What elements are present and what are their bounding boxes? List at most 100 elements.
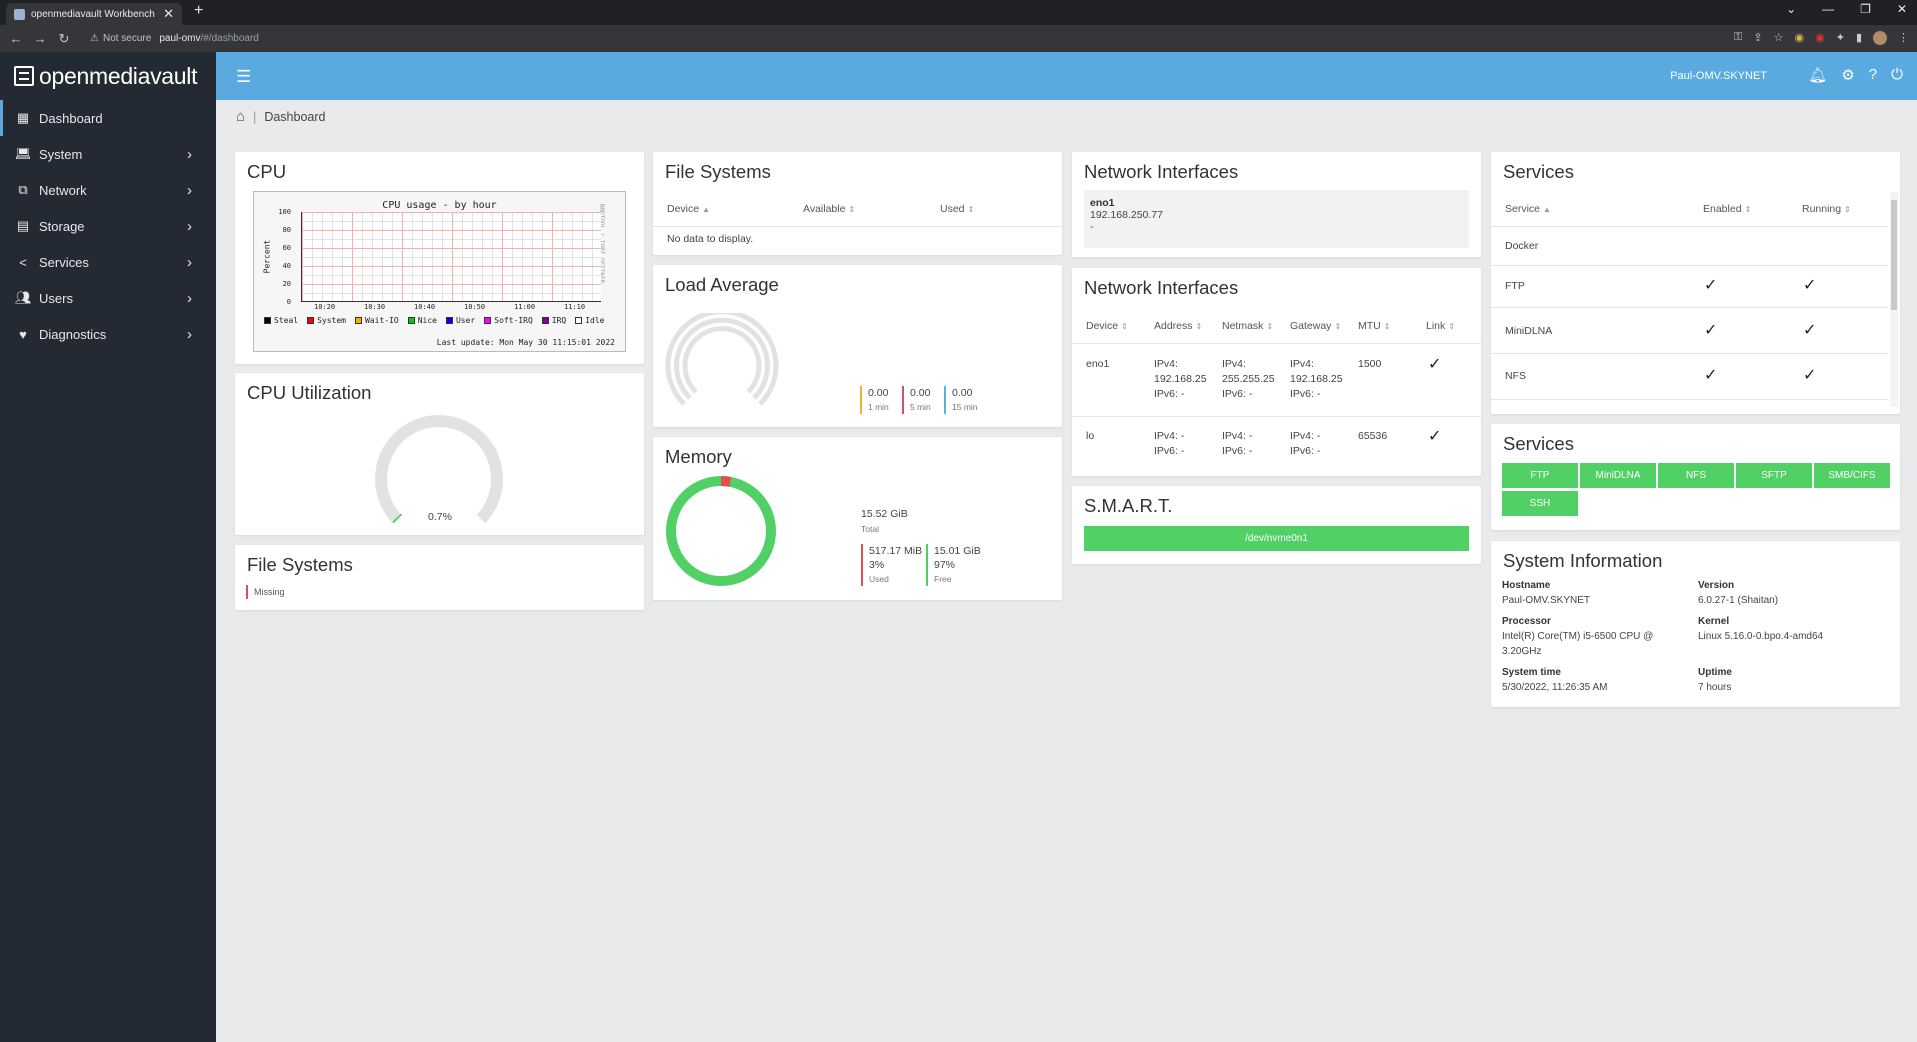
services-table-widget: Services Service ▲ Enabled ⇕ Running ⇕ Dock… (1491, 152, 1900, 414)
memory-used: 517.17 MiB 3% Used (861, 544, 922, 586)
browser-tabbar: openmediavault Workbench ✕ + ⌄ — ❐ ✕ (0, 0, 1917, 25)
column-header-used[interactable]: Used ⇕ (940, 203, 974, 215)
service-ftp[interactable]: FTP (1502, 463, 1578, 488)
sidebar-item-users[interactable]: 👥︎ Users › (0, 280, 216, 316)
load-5min: 0.00 5 min (902, 386, 931, 414)
url-path: /#/dashboard (200, 33, 259, 44)
close-icon[interactable]: ✕ (163, 6, 174, 22)
warning-icon: ⚠ (90, 33, 99, 44)
column-header-service[interactable]: Service ▲ (1505, 203, 1551, 215)
services-status-widget: Services FTP MiniDLNA NFS SFTP SMB/CIFS … (1491, 424, 1900, 530)
restore-icon[interactable]: ❐ (1860, 2, 1871, 16)
smart-widget: S.M.A.R.T. /dev/nvme0n1 (1072, 486, 1481, 564)
user-name[interactable]: Paul-OMV.SKYNET (1670, 70, 1767, 82)
chart-plot-area (301, 212, 601, 302)
widget-title: Services (1503, 433, 1574, 454)
back-icon[interactable]: ← (4, 31, 28, 46)
widget-title: Load Average (665, 274, 779, 295)
address-bar[interactable]: ⚠ Not secure paul-omv /#/dashboard (82, 28, 1662, 49)
sidebar: openmediavault ▦ Dashboard 💻︎ System › ⧉… (0, 52, 216, 1042)
extension-icon[interactable]: ◉ (1795, 31, 1805, 45)
extension-icon[interactable]: ◉ (1815, 31, 1825, 45)
service-minidlna[interactable]: MiniDLNA (1580, 463, 1656, 488)
chevron-down-icon[interactable]: ⌄ (1786, 2, 1796, 16)
key-icon[interactable]: ⚿ (1734, 31, 1742, 45)
profile-avatar[interactable] (1873, 31, 1887, 45)
sidebar-item-services[interactable]: < Services › (0, 244, 216, 280)
column-header-link[interactable]: Link ⇕ (1426, 320, 1455, 332)
empty-table-message: No data to display. (667, 233, 754, 245)
check-icon: ✓ (1803, 277, 1817, 294)
brand-logo[interactable]: openmediavault (0, 52, 216, 100)
sidebar-item-dashboard[interactable]: ▦ Dashboard (0, 100, 216, 136)
column-header-enabled[interactable]: Enabled ⇕ (1703, 203, 1751, 215)
legend-item: Idle (575, 316, 605, 325)
column-header-device[interactable]: Device ▲ (667, 203, 710, 215)
load-average-widget: Load Average 0.00 1 min 0.00 5 min 0.00 15 … (653, 265, 1062, 427)
share-page-icon[interactable]: ⇪ (1753, 31, 1762, 45)
new-tab-icon[interactable]: + (194, 2, 203, 20)
sidebar-item-diagnostics[interactable]: ♥ Diagnostics › (0, 316, 216, 352)
column-header-mtu[interactable]: MTU ⇕ (1358, 320, 1390, 332)
scrollbar-thumb[interactable] (1891, 200, 1897, 310)
widget-title: Network Interfaces (1084, 277, 1239, 298)
scrollbar[interactable] (1890, 192, 1898, 407)
bell-icon[interactable]: 🔔︎ (1808, 66, 1827, 84)
service-nfs[interactable]: NFS (1658, 463, 1734, 488)
chevron-right-icon: › (187, 181, 192, 199)
chevron-right-icon: › (187, 217, 192, 235)
column-header-running[interactable]: Running ⇕ (1802, 203, 1851, 215)
service-name: NFS (1505, 370, 1526, 382)
legend-item: System (307, 316, 346, 325)
share-icon: < (19, 254, 27, 270)
users-icon: 👥︎ (15, 290, 32, 305)
cpu-utilization-value: 0.7% (428, 511, 452, 523)
service-sftp[interactable]: SFTP (1736, 463, 1812, 488)
sidebar-item-network[interactable]: ⧉ Network › (0, 172, 216, 208)
close-window-icon[interactable]: ✕ (1897, 2, 1907, 16)
browser-tab[interactable]: openmediavault Workbench ✕ (6, 3, 182, 25)
menu-dots-icon[interactable]: ⋮ (1898, 31, 1909, 45)
sidepanel-icon[interactable]: ▮ (1856, 31, 1862, 45)
column-header-gateway[interactable]: Gateway ⇕ (1290, 320, 1341, 332)
widget-title: File Systems (247, 554, 353, 575)
column-header-netmask[interactable]: Netmask ⇕ (1222, 320, 1273, 332)
puzzle-icon[interactable]: ✦ (1836, 31, 1845, 45)
uptime-value: 7 hours (1698, 682, 1732, 693)
sidebar-item-system[interactable]: 💻︎ System › (0, 136, 216, 172)
filesystems-missing-label: Missing (246, 585, 285, 599)
smart-device-status[interactable]: /dev/nvme0n1 (1084, 526, 1469, 551)
power-icon[interactable]: ⏻ (1891, 66, 1903, 84)
network-interfaces-summary-widget: Network Interfaces eno1 192.168.250.77 - (1072, 152, 1481, 257)
processor-value: Intel(R) Core(TM) i5-6500 CPU @ 3.20GHz (1502, 631, 1654, 657)
gear-icon[interactable]: ⚙ (1841, 66, 1854, 84)
column-header-device[interactable]: Device ⇕ (1086, 320, 1128, 332)
widget-title: Services (1503, 161, 1574, 182)
star-icon[interactable]: ☆ (1774, 31, 1784, 45)
network-icon: ⧉ (18, 182, 28, 197)
service-smb-cifs[interactable]: SMB/CIFS (1814, 463, 1890, 488)
interface-tile: eno1 192.168.250.77 - (1084, 190, 1469, 248)
sidebar-item-storage[interactable]: ▤ Storage › (0, 208, 216, 244)
laptop-icon: 💻︎ (15, 146, 32, 161)
forward-icon[interactable]: → (28, 31, 52, 46)
column-header-available[interactable]: Available ⇕ (803, 203, 855, 215)
widget-title: Network Interfaces (1084, 161, 1239, 182)
service-ssh[interactable]: SSH (1502, 491, 1578, 516)
y-tick-label: 60 (282, 244, 291, 252)
reload-icon[interactable]: ↻ (52, 31, 76, 47)
sidebar-item-label: Users (39, 290, 73, 306)
omv-logo-icon (14, 66, 34, 86)
menu-toggle-icon[interactable]: ☰ (236, 67, 251, 87)
service-name: FTP (1505, 280, 1525, 292)
minimize-icon[interactable]: — (1822, 2, 1834, 16)
column-header-address[interactable]: Address ⇕ (1154, 320, 1202, 332)
kernel-value: Linux 5.16.0-0.bpo.4-amd64 (1698, 631, 1824, 642)
home-icon[interactable]: ⌂ (236, 108, 245, 125)
legend-item: IRQ (541, 316, 566, 325)
not-secure-label: Not secure (102, 33, 152, 44)
cpu-widget: CPU CPU usage - by hour Percent RRDTOOL … (235, 152, 644, 364)
check-icon: ✓ (1704, 367, 1718, 384)
chevron-right-icon: › (187, 145, 192, 163)
help-icon[interactable]: ? (1869, 66, 1877, 84)
